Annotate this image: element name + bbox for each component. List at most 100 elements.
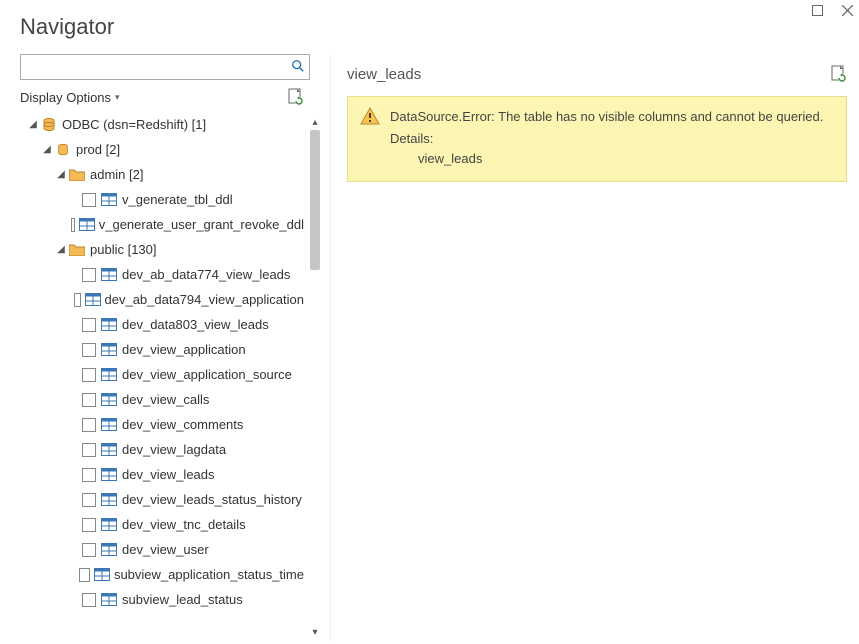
tree-leaf[interactable]: dev_view_comments (20, 412, 304, 437)
folder-icon (68, 242, 86, 258)
checkbox[interactable] (82, 468, 96, 482)
error-details-label: Details: (390, 129, 823, 149)
tree-leaf-label: dev_view_comments (122, 417, 243, 432)
scroll-down-icon[interactable]: ▾ (312, 624, 317, 640)
tree-node-label: ODBC (dsn=Redshift) [1] (62, 117, 206, 132)
tree-leaf-label: v_generate_tbl_ddl (122, 192, 233, 207)
table-icon (100, 392, 118, 408)
refresh-icon[interactable] (831, 65, 847, 83)
tree-leaf-label: dev_view_lagdata (122, 442, 226, 457)
table-icon (100, 542, 118, 558)
tree-leaf-label: dev_view_user (122, 542, 209, 557)
tree-leaf-label: dev_view_application (122, 342, 246, 357)
search-icon[interactable] (291, 59, 305, 76)
search-input[interactable] (25, 59, 291, 76)
caret-expanded-icon[interactable]: ◢ (54, 244, 68, 255)
tree-leaf-label: v_generate_user_grant_revoke_ddl (99, 217, 304, 232)
folder-icon (68, 167, 86, 183)
tree-leaf-label: dev_view_tnc_details (122, 517, 246, 532)
tree-leaf[interactable]: dev_data803_view_leads (20, 312, 304, 337)
scrollbar-track[interactable] (310, 130, 320, 624)
tree-leaf-label: subview_lead_status (122, 592, 243, 607)
scrollbar-thumb[interactable] (310, 130, 320, 270)
tree-node-database[interactable]: ◢ prod [2] (20, 137, 304, 162)
checkbox[interactable] (79, 568, 90, 582)
table-icon (100, 517, 118, 533)
tree-leaf-label: dev_view_leads_status_history (122, 492, 302, 507)
window-maximize-icon[interactable] (809, 2, 825, 18)
tree-leaf[interactable]: v_generate_tbl_ddl (20, 187, 304, 212)
tree-leaf[interactable]: v_generate_user_grant_revoke_ddl (20, 212, 304, 237)
tree-leaf[interactable]: dev_view_application (20, 337, 304, 362)
checkbox[interactable] (82, 543, 96, 557)
checkbox[interactable] (82, 343, 96, 357)
database-icon (40, 117, 58, 133)
caret-expanded-icon[interactable]: ◢ (40, 144, 54, 155)
checkbox[interactable] (82, 193, 96, 207)
checkbox[interactable] (74, 293, 81, 307)
tree-leaf[interactable]: dev_view_calls (20, 387, 304, 412)
database-icon (54, 142, 72, 158)
table-icon (100, 417, 118, 433)
tree-scrollbar[interactable]: ▴ ▾ (306, 112, 324, 642)
table-icon (100, 317, 118, 333)
tree-leaf[interactable]: dev_view_application_source (20, 362, 304, 387)
table-icon (100, 467, 118, 483)
warning-icon (360, 107, 382, 169)
checkbox[interactable] (82, 418, 96, 432)
refresh-icon[interactable] (288, 88, 304, 106)
tree-leaf[interactable]: dev_view_leads_status_history (20, 487, 304, 512)
tree-leaf[interactable]: dev_view_leads (20, 462, 304, 487)
tree-node-datasource[interactable]: ◢ ODBC (dsn=Redshift) [1] (20, 112, 304, 137)
table-icon (100, 492, 118, 508)
tree-leaf[interactable]: dev_ab_data774_view_leads (20, 262, 304, 287)
tree-node-label: admin [2] (90, 167, 143, 182)
table-icon (100, 367, 118, 383)
tree-leaf[interactable]: dev_view_user (20, 537, 304, 562)
tree-leaf-label: dev_view_application_source (122, 367, 292, 382)
tree-leaf[interactable]: dev_view_lagdata (20, 437, 304, 462)
tree-node-label: prod [2] (76, 142, 120, 157)
table-icon (79, 217, 95, 233)
window-close-icon[interactable] (839, 2, 855, 18)
tree-leaf-label: subview_application_status_time (114, 567, 304, 582)
checkbox[interactable] (82, 318, 96, 332)
tree-leaf-label: dev_view_calls (122, 392, 209, 407)
checkbox[interactable] (82, 443, 96, 457)
checkbox[interactable] (82, 593, 96, 607)
table-icon (94, 567, 110, 583)
error-details-value: view_leads (390, 149, 823, 169)
checkbox[interactable] (82, 268, 96, 282)
tree-leaf[interactable]: subview_application_status_time (20, 562, 304, 587)
error-message: DataSource.Error: The table has no visib… (390, 107, 823, 127)
preview-title: view_leads (347, 66, 421, 83)
checkbox[interactable] (82, 393, 96, 407)
tree-leaf[interactable]: dev_view_tnc_details (20, 512, 304, 537)
search-box[interactable] (20, 54, 310, 80)
checkbox[interactable] (82, 493, 96, 507)
tree-leaf-label: dev_ab_data774_view_leads (122, 267, 290, 282)
page-title: Navigator (0, 0, 859, 54)
caret-expanded-icon[interactable]: ◢ (54, 169, 68, 180)
display-options-dropdown[interactable]: Display Options ▾ (20, 88, 324, 106)
caret-expanded-icon[interactable]: ◢ (26, 119, 40, 130)
checkbox[interactable] (71, 218, 75, 232)
navigator-tree: ◢ ODBC (dsn=Redshift) [1] ◢ prod [2] ◢ (20, 112, 306, 642)
table-icon (100, 267, 118, 283)
tree-leaf-label: dev_ab_data794_view_application (105, 292, 305, 307)
tree-node-schema[interactable]: ◢ public [130] (20, 237, 304, 262)
tree-leaf[interactable]: dev_ab_data794_view_application (20, 287, 304, 312)
tree-node-schema[interactable]: ◢ admin [2] (20, 162, 304, 187)
table-icon (85, 292, 101, 308)
tree-leaf-label: dev_view_leads (122, 467, 215, 482)
table-icon (100, 442, 118, 458)
tree-node-label: public [130] (90, 242, 157, 257)
checkbox[interactable] (82, 518, 96, 532)
table-icon (100, 592, 118, 608)
checkbox[interactable] (82, 368, 96, 382)
scroll-up-icon[interactable]: ▴ (312, 114, 317, 130)
tree-leaf[interactable]: subview_lead_status (20, 587, 304, 612)
table-icon (100, 342, 118, 358)
table-icon (100, 192, 118, 208)
chevron-down-icon: ▾ (115, 92, 120, 103)
